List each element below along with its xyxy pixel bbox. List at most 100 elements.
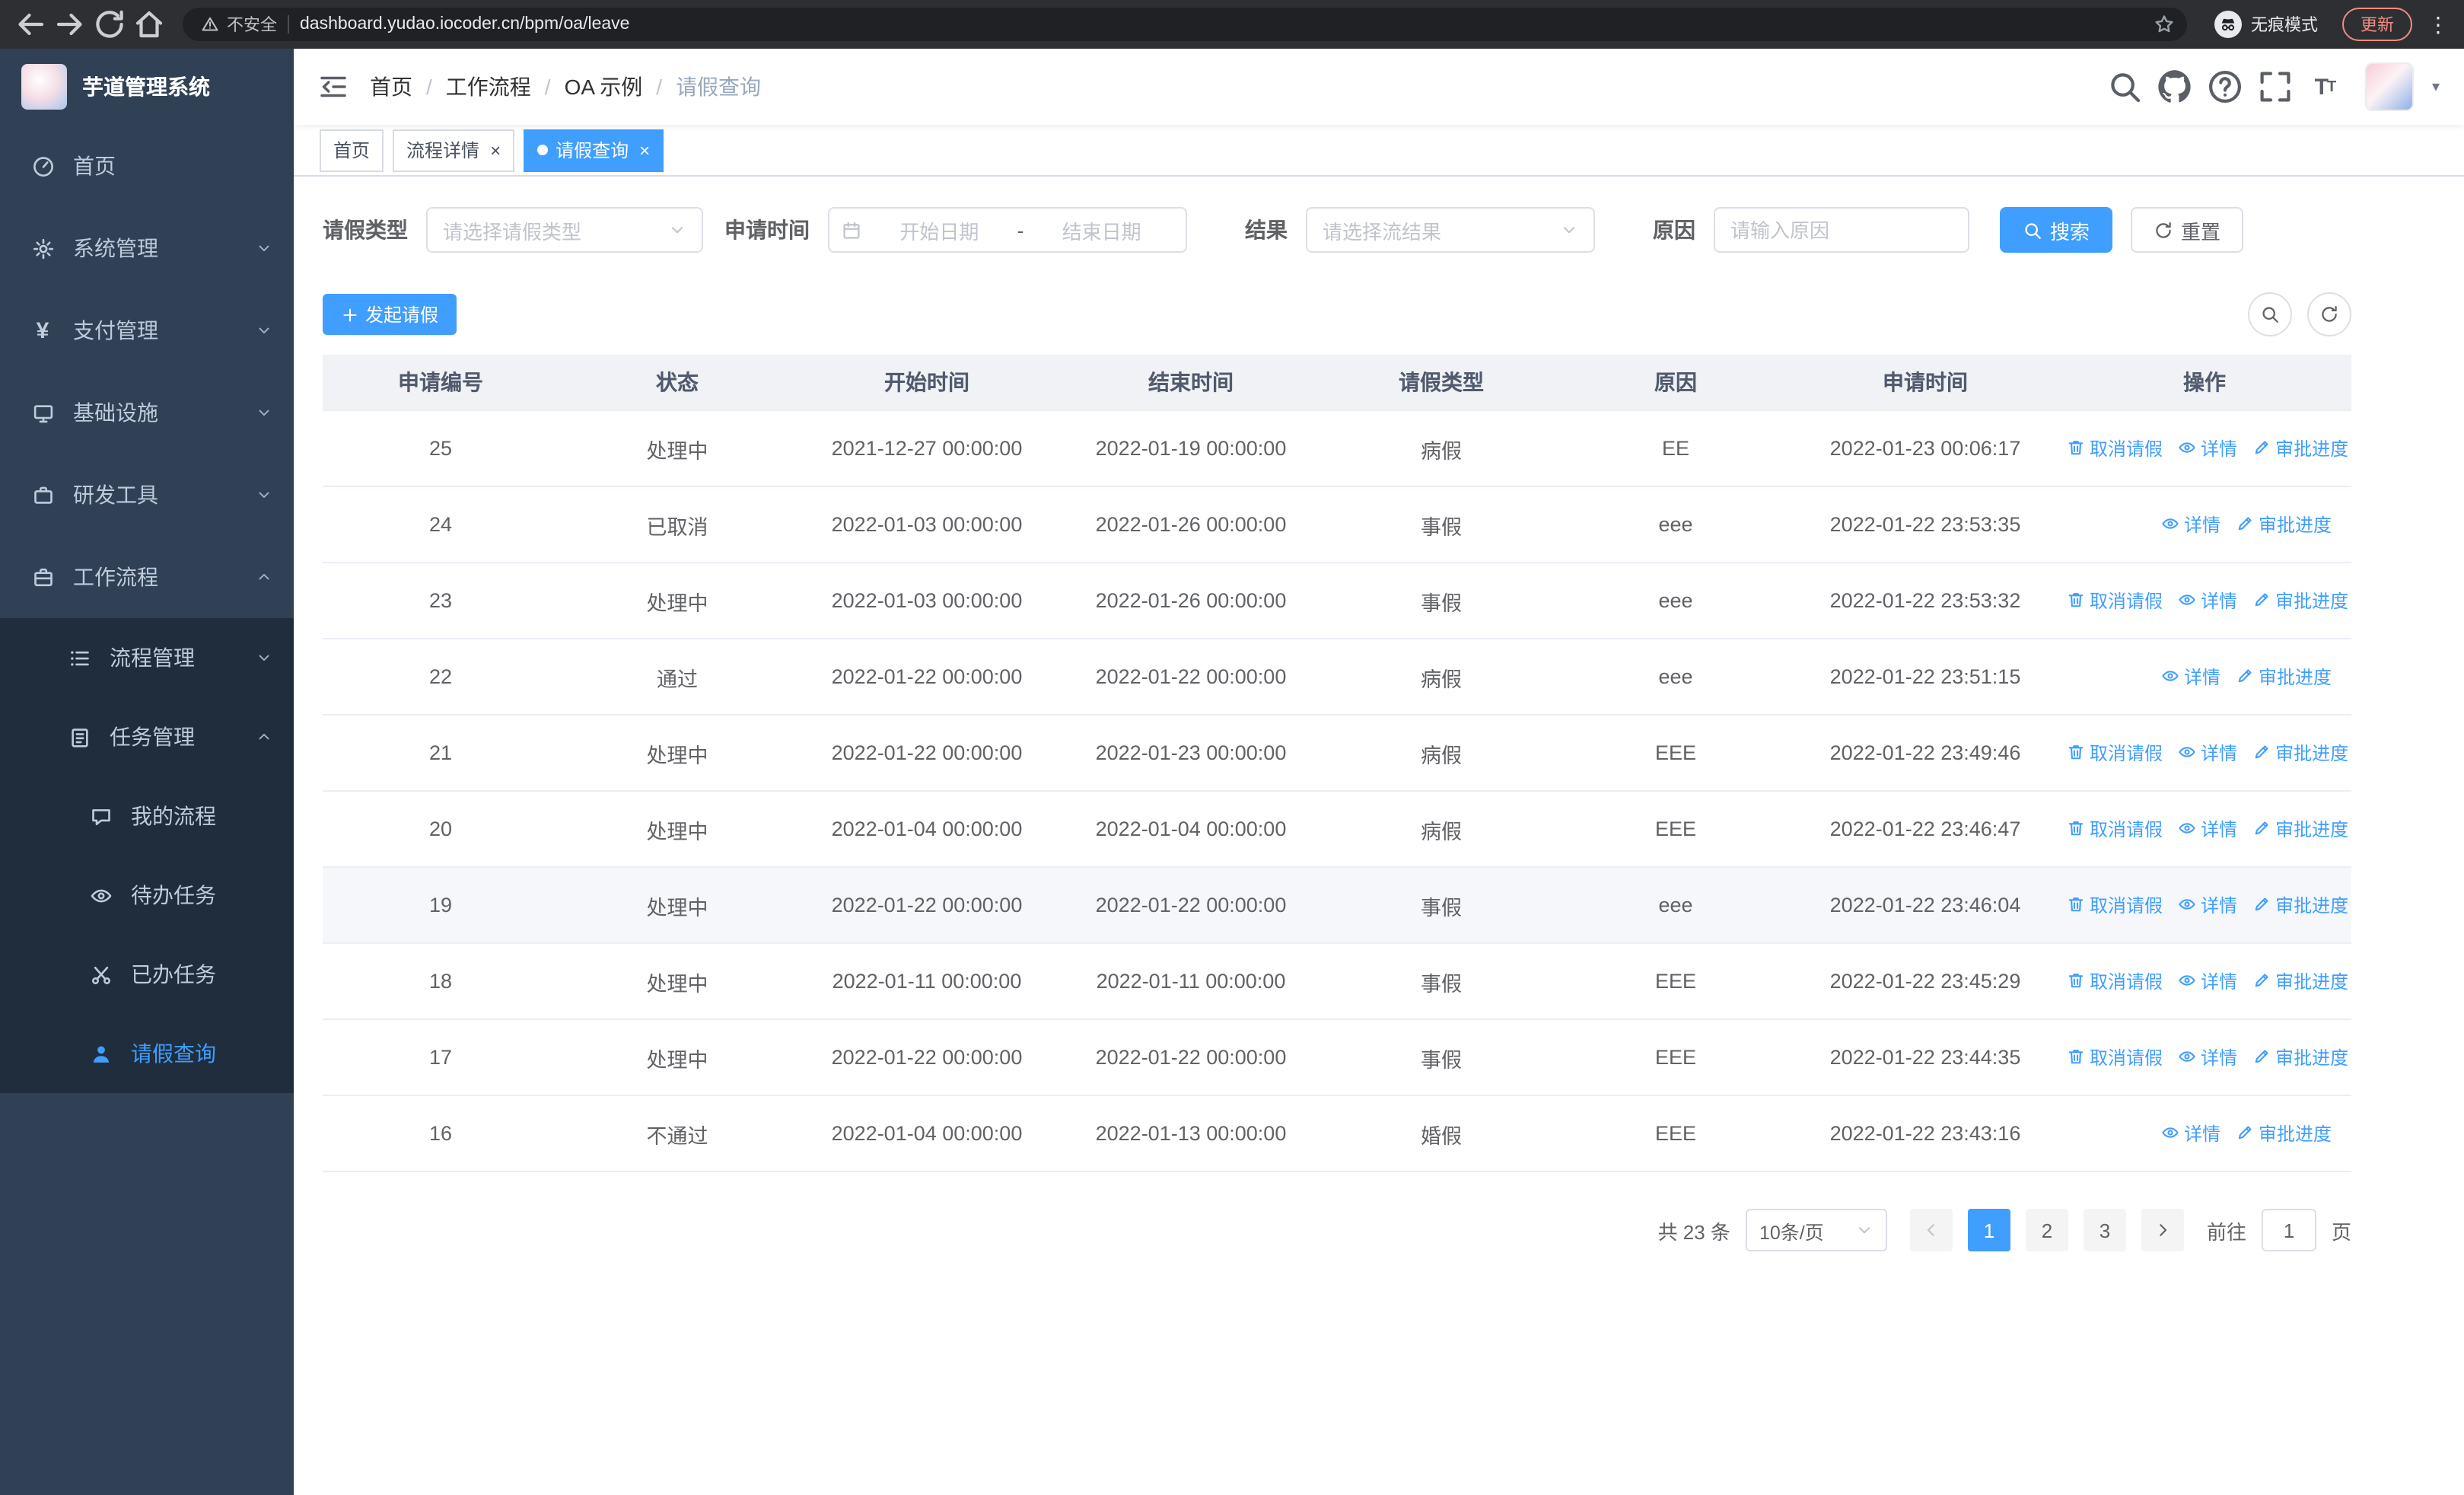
- sidebar-item[interactable]: 请假查询: [0, 1014, 294, 1093]
- goto-page-input[interactable]: [2261, 1209, 2316, 1251]
- infrastructure-icon: [30, 401, 55, 424]
- sidebar-item[interactable]: 首页: [0, 125, 294, 207]
- breadcrumb-item[interactable]: 工作流程: [446, 72, 531, 102]
- update-button[interactable]: 更新: [2342, 8, 2412, 41]
- breadcrumb-item[interactable]: 首页: [370, 72, 412, 102]
- page-button[interactable]: 1: [1967, 1209, 2010, 1251]
- detail-link[interactable]: 详情: [2178, 968, 2237, 994]
- cancel-leave-link[interactable]: 取消请假: [2067, 816, 2163, 842]
- calendar-icon: [842, 220, 861, 240]
- sidebar-item[interactable]: 已办任务: [0, 935, 294, 1014]
- reason-input[interactable]: [1714, 207, 1969, 253]
- browser-menu-icon[interactable]: ⋮: [2424, 11, 2452, 37]
- page-button[interactable]: 2: [2025, 1209, 2068, 1251]
- close-icon[interactable]: ×: [490, 141, 501, 159]
- table-row: 21 处理中 2022-01-22 00:00:00 2022-01-23 00:00…: [323, 715, 2351, 792]
- sidebar-item[interactable]: 我的流程: [0, 776, 294, 856]
- cell-reason: EEE: [1558, 1019, 1793, 1096]
- search-icon[interactable]: [2106, 67, 2143, 107]
- search-button[interactable]: 搜索: [2000, 207, 2113, 253]
- apply-time-range-picker[interactable]: 开始日期 - 结束日期: [828, 207, 1187, 253]
- sidebar-item[interactable]: ¥ 支付管理: [0, 289, 294, 371]
- detail-link[interactable]: 详情: [2178, 1044, 2237, 1070]
- approval-progress-link[interactable]: 审批进度: [2252, 740, 2348, 766]
- forward-icon[interactable]: [52, 6, 88, 43]
- page-button[interactable]: 3: [2083, 1209, 2126, 1251]
- navbar-tools: TT ▾: [2106, 62, 2440, 111]
- cell-apply-id: 18: [323, 943, 559, 1020]
- tab-item[interactable]: 流程详情 ×: [393, 129, 515, 171]
- create-leave-button[interactable]: 发起请假: [323, 294, 457, 335]
- approval-progress-link[interactable]: 审批进度: [2236, 512, 2332, 537]
- back-icon[interactable]: [12, 6, 49, 43]
- tab-item[interactable]: 请假查询 ×: [524, 129, 664, 171]
- cell-end-time: 2022-01-22 00:00:00: [1058, 639, 1324, 716]
- prev-page-button[interactable]: [1909, 1209, 1953, 1251]
- sidebar-item[interactable]: 任务管理: [0, 697, 294, 776]
- home-icon[interactable]: [131, 6, 167, 43]
- sidebar-item[interactable]: 研发工具: [0, 454, 294, 536]
- sidebar-item[interactable]: 系统管理: [0, 207, 294, 289]
- cell-end-time: 2022-01-11 00:00:00: [1058, 943, 1324, 1020]
- page-size-select[interactable]: 10条/页: [1745, 1209, 1887, 1251]
- github-icon[interactable]: [2157, 67, 2193, 107]
- refresh-table-button[interactable]: [2307, 292, 2351, 336]
- chat-icon: [88, 805, 113, 827]
- trash-icon: [2067, 896, 2085, 914]
- security-indicator[interactable]: 不安全: [201, 12, 277, 37]
- detail-link[interactable]: 详情: [2161, 664, 2220, 690]
- bookmark-star-icon[interactable]: [2154, 14, 2175, 35]
- approval-progress-link[interactable]: 审批进度: [2236, 1120, 2332, 1146]
- avatar[interactable]: [2364, 62, 2414, 111]
- reason-label: 原因: [1653, 218, 1695, 242]
- table-header-row: 申请编号 状态 开始时间 结束时间 请假类型 原因 申请时间 操作: [323, 355, 2351, 411]
- detail-link[interactable]: 详情: [2161, 512, 2220, 537]
- breadcrumb-item[interactable]: OA 示例: [565, 72, 643, 102]
- cancel-leave-link[interactable]: 取消请假: [2067, 588, 2163, 614]
- fullscreen-icon[interactable]: [2257, 67, 2294, 107]
- font-size-icon[interactable]: TT: [2307, 67, 2344, 107]
- detail-link[interactable]: 详情: [2178, 740, 2237, 766]
- detail-link[interactable]: 详情: [2178, 588, 2237, 614]
- sidebar-item[interactable]: 流程管理: [0, 618, 294, 697]
- detail-link[interactable]: 详情: [2178, 816, 2237, 842]
- detail-link[interactable]: 详情: [2178, 435, 2237, 461]
- cancel-leave-link[interactable]: 取消请假: [2067, 892, 2163, 918]
- address-bar[interactable]: 不安全 dashboard.yudao.iocoder.cn/bpm/oa/le…: [183, 8, 2187, 41]
- sidebar-item[interactable]: 工作流程: [0, 536, 294, 618]
- result-select[interactable]: 请选择流结果: [1306, 207, 1595, 253]
- approval-progress-link[interactable]: 审批进度: [2252, 892, 2348, 918]
- reset-button[interactable]: 重置: [2131, 207, 2244, 253]
- sidebar-toggle-icon[interactable]: [318, 72, 349, 102]
- cancel-leave-link[interactable]: 取消请假: [2067, 1044, 2163, 1070]
- cancel-leave-link[interactable]: 取消请假: [2067, 968, 2163, 994]
- cell-apply-time: 2022-01-22 23:53:32: [1793, 563, 2058, 639]
- detail-link[interactable]: 详情: [2161, 1120, 2220, 1146]
- toggle-search-button[interactable]: [2248, 292, 2292, 336]
- caret-down-icon[interactable]: ▾: [2432, 78, 2440, 95]
- approval-progress-link[interactable]: 审批进度: [2236, 664, 2332, 690]
- reload-icon[interactable]: [91, 6, 128, 43]
- leave-type-select[interactable]: 请选择请假类型: [426, 207, 703, 253]
- column-header: 状态: [559, 355, 796, 411]
- cancel-leave-link[interactable]: 取消请假: [2067, 740, 2163, 766]
- cell-leave-type: 事假: [1324, 563, 1558, 639]
- help-icon[interactable]: [2207, 67, 2243, 107]
- cell-operations: 取消请假 详情 审批进度: [2058, 563, 2351, 639]
- cell-status: 不通过: [559, 1095, 796, 1172]
- approval-progress-link[interactable]: 审批进度: [2252, 588, 2348, 614]
- approval-progress-link[interactable]: 审批进度: [2252, 968, 2348, 994]
- app-logo[interactable]: 芋道管理系统: [0, 49, 294, 125]
- next-page-button[interactable]: [2141, 1209, 2184, 1251]
- close-icon[interactable]: ×: [639, 141, 650, 159]
- approval-progress-link[interactable]: 审批进度: [2252, 816, 2348, 842]
- cancel-leave-link[interactable]: 取消请假: [2067, 435, 2163, 461]
- sidebar-item[interactable]: 待办任务: [0, 856, 294, 935]
- tab-item[interactable]: 首页: [320, 129, 384, 171]
- sidebar-item[interactable]: 基础设施: [0, 371, 294, 454]
- cell-status: 处理中: [559, 715, 796, 792]
- pager: 123: [1902, 1209, 2192, 1251]
- detail-link[interactable]: 详情: [2178, 892, 2237, 918]
- approval-progress-link[interactable]: 审批进度: [2252, 435, 2348, 461]
- approval-progress-link[interactable]: 审批进度: [2252, 1044, 2348, 1070]
